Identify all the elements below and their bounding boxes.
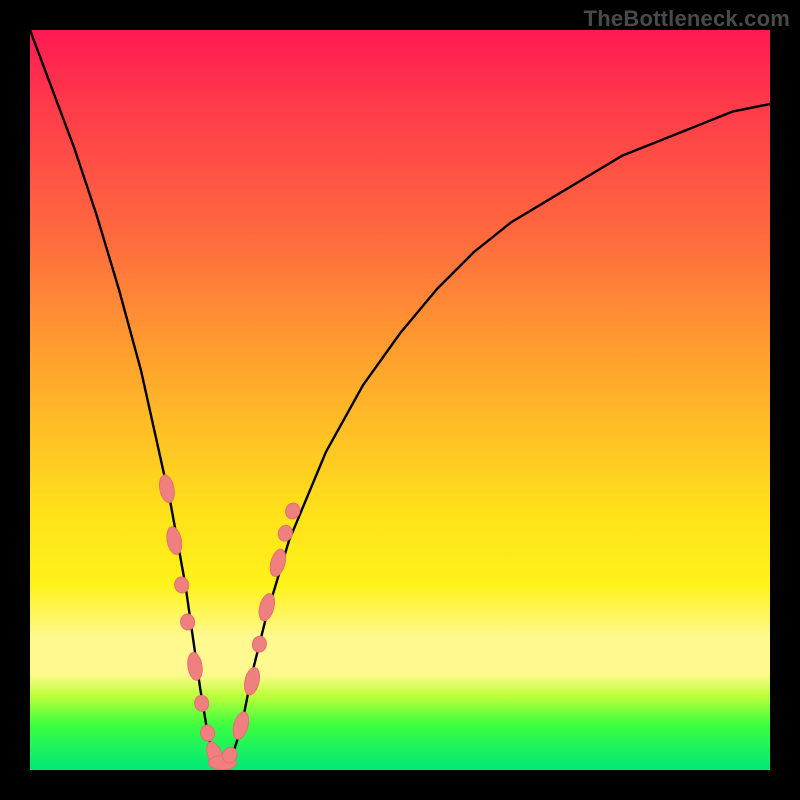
curve-marker — [186, 652, 204, 682]
curve-marker — [199, 724, 216, 742]
chart-svg — [30, 30, 770, 770]
curve-marker — [230, 710, 251, 741]
curve-marker — [165, 525, 184, 555]
watermark-text: TheBottleneck.com — [584, 6, 790, 32]
curve-marker — [194, 694, 210, 712]
curve-marker — [256, 592, 277, 623]
curve-marker — [157, 474, 176, 504]
plot-area — [30, 30, 770, 770]
curve-marker — [276, 523, 295, 543]
curve-markers — [157, 474, 302, 770]
curve-marker — [251, 635, 268, 654]
curve-marker — [242, 666, 262, 696]
curve-marker — [179, 613, 195, 631]
outer-frame: TheBottleneck.com — [0, 0, 800, 800]
bottleneck-curve — [30, 30, 770, 770]
